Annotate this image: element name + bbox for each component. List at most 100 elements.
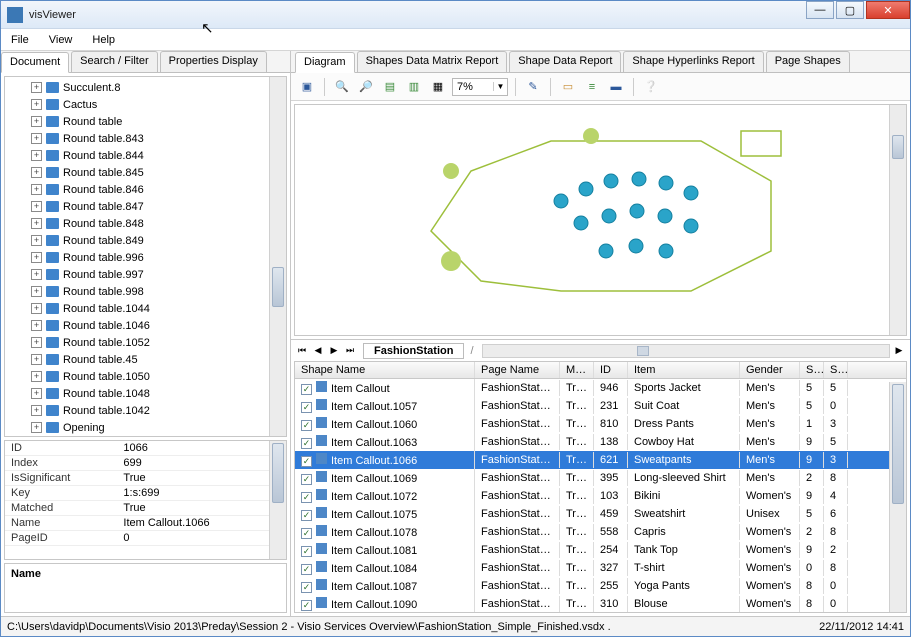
table-row[interactable]: ✓Item Callout.1057FashionStationTrue231S… [295,397,906,415]
tab-shape-data-report[interactable]: Shape Data Report [509,51,621,72]
tree-node[interactable]: +Round table.45 [11,351,284,368]
expand-icon[interactable]: + [31,405,42,416]
col-s2[interactable]: S.. [824,362,848,378]
prop-row[interactable]: NameItem Callout.1066 [5,516,286,531]
menu-file[interactable]: File [9,32,31,48]
table-row[interactable]: ✓Item Callout.1087FashionStationTrue255Y… [295,577,906,595]
tree-node[interactable]: +Round table.847 [11,198,284,215]
expand-icon[interactable]: + [31,286,42,297]
page-name[interactable]: FashionStation [363,343,464,359]
prop-row[interactable]: IsSignificantTrue [5,471,286,486]
grid-body[interactable]: ✓Item CalloutFashionStationTrue946Sports… [295,379,906,612]
properties-grid[interactable]: ID1066Index699IsSignificantTrueKey1:s:69… [4,440,287,560]
first-page-icon[interactable]: ⏮ [295,343,309,359]
tab-document[interactable]: Document [1,52,69,73]
table-row[interactable]: ✓Item Callout.1060FashionStationTrue810D… [295,415,906,433]
tree-node[interactable]: +Round table.1044 [11,300,284,317]
table-row[interactable]: ✓Item Callout.1063FashionStationTrue138C… [295,433,906,451]
expand-icon[interactable]: + [31,201,42,212]
tree-node[interactable]: +Round table.848 [11,215,284,232]
document-tree[interactable]: +Succulent.8+Cactus+Round table+Round ta… [4,76,287,437]
expand-icon[interactable]: + [31,303,42,314]
menu-help[interactable]: Help [90,32,117,48]
table-row[interactable]: ✓Item Callout.1081FashionStationTrue254T… [295,541,906,559]
grid-vscroll[interactable] [889,382,906,612]
page2-icon[interactable]: ▥ [404,77,424,97]
table-row[interactable]: ✓Item Callout.1078FashionStationTrue558C… [295,523,906,541]
col-page-name[interactable]: Page Name [475,362,560,378]
tree-node[interactable]: +Opening [11,419,284,436]
expand-icon[interactable]: + [31,422,42,433]
expand-icon[interactable]: + [31,337,42,348]
row-checkbox[interactable]: ✓ [301,474,312,485]
table-row[interactable]: ✓Item CalloutFashionStationTrue946Sports… [295,379,906,397]
row-checkbox[interactable]: ✓ [301,582,312,593]
tab-page-shapes[interactable]: Page Shapes [766,51,850,72]
tree-node[interactable]: +Round table.1052 [11,334,284,351]
expand-icon[interactable]: + [31,133,42,144]
tree-node[interactable]: +Round table.1048 [11,385,284,402]
diagram-view[interactable] [294,104,907,336]
row-checkbox[interactable]: ✓ [301,528,312,539]
tree-node[interactable]: +Round table.998 [11,283,284,300]
zoom-dropdown-icon[interactable]: ▼ [493,82,507,91]
tree-node[interactable]: +Round table.849 [11,232,284,249]
row-checkbox[interactable]: ✓ [301,600,312,611]
col-s1[interactable]: S.. [800,362,824,378]
col-gender[interactable]: Gender [740,362,800,378]
col-master[interactable]: Ma... [560,362,594,378]
expand-icon[interactable]: + [31,235,42,246]
table-row[interactable]: ✓Item Callout.1072FashionStationTrue103B… [295,487,906,505]
page3-icon[interactable]: ▦ [428,77,448,97]
row-checkbox[interactable]: ✓ [301,402,312,413]
zoom-combo[interactable]: ▼ [452,78,508,96]
row-checkbox[interactable]: ✓ [301,384,312,395]
layers-icon[interactable]: ▭ [558,77,578,97]
diagram-vscroll[interactable] [889,105,906,335]
row-checkbox[interactable]: ✓ [301,420,312,431]
prev-page-icon[interactable]: ◀ [311,343,325,359]
expand-icon[interactable]: + [31,150,42,161]
prop-row[interactable]: ID1066 [5,441,286,456]
expand-icon[interactable]: + [31,82,42,93]
page-hscroll[interactable] [482,344,890,358]
tree-node[interactable]: +Round table.846 [11,181,284,198]
expand-icon[interactable]: + [31,252,42,263]
expand-icon[interactable]: + [31,167,42,178]
tree-node[interactable]: +Round table [11,113,284,130]
zoom-input[interactable] [453,81,493,93]
tree-node[interactable]: +Cactus [11,96,284,113]
tree-node[interactable]: +Round table.843 [11,130,284,147]
tab-shapes-data-matrix[interactable]: Shapes Data Matrix Report [357,51,508,72]
col-id[interactable]: ID [594,362,628,378]
row-checkbox[interactable]: ✓ [301,546,312,557]
table-row[interactable]: ✓Item Callout.1069FashionStationTrue395L… [295,469,906,487]
tab-properties-display[interactable]: Properties Display [160,51,267,72]
minimize-button[interactable]: — [806,1,834,19]
layers3-icon[interactable]: ▬ [606,77,626,97]
page-icon[interactable]: ▤ [380,77,400,97]
expand-icon[interactable]: + [31,269,42,280]
table-row[interactable]: ✓Item Callout.1066FashionStationTrue621S… [295,451,906,469]
row-checkbox[interactable]: ✓ [301,456,312,467]
expand-icon[interactable]: + [31,184,42,195]
last-page-icon[interactable]: ⏭ [343,343,357,359]
prop-row[interactable]: Index699 [5,456,286,471]
expand-icon[interactable]: + [31,371,42,382]
next-page-icon[interactable]: ▶ [327,343,341,359]
layers2-icon[interactable]: ≡ [582,77,602,97]
row-checkbox[interactable]: ✓ [301,510,312,521]
expand-icon[interactable]: + [31,99,42,110]
tree-node[interactable]: +Round table.996 [11,249,284,266]
expand-icon[interactable]: + [31,320,42,331]
row-checkbox[interactable]: ✓ [301,438,312,449]
visio-icon[interactable]: ▣ [297,77,317,97]
tree-scrollbar[interactable] [269,77,286,436]
help-icon[interactable]: ❔ [641,77,661,97]
tab-shape-hyperlinks[interactable]: Shape Hyperlinks Report [623,51,763,72]
col-item[interactable]: Item [628,362,740,378]
tab-search-filter[interactable]: Search / Filter [71,51,157,72]
prop-row[interactable]: Key1:s:699 [5,486,286,501]
prop-row[interactable]: PageID0 [5,531,286,546]
props-scrollbar[interactable] [269,441,286,559]
